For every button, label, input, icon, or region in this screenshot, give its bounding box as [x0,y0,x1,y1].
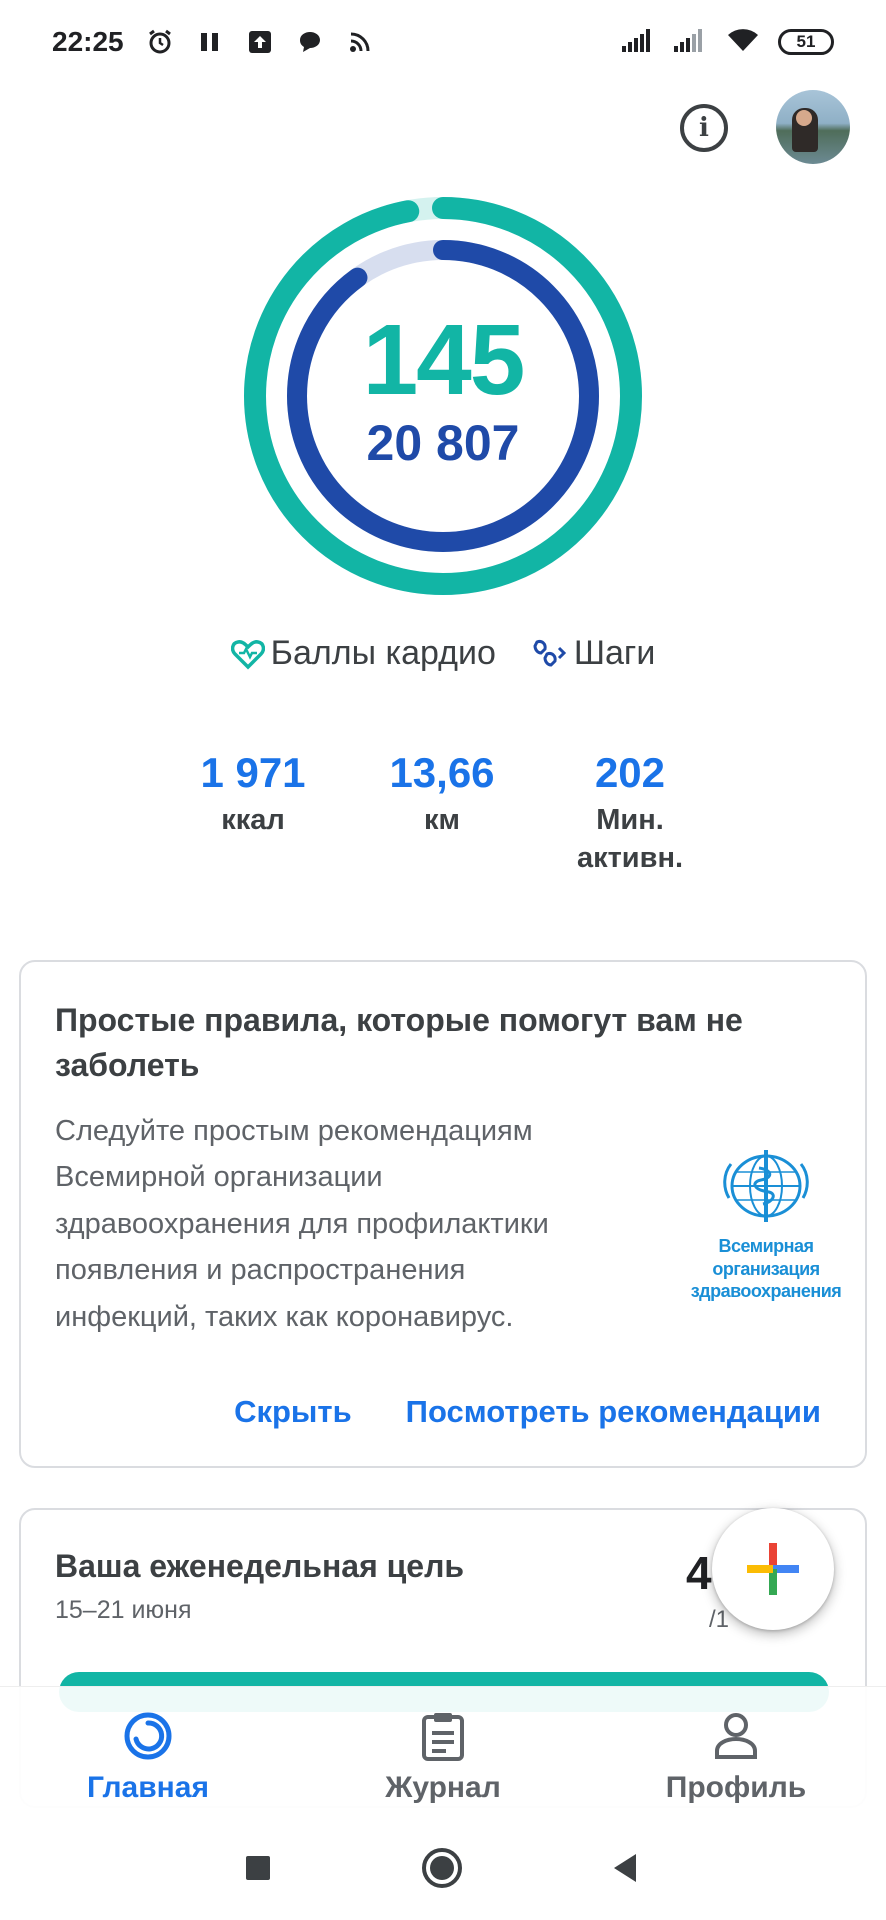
legend-cardio: Баллы кардио [230,634,496,673]
steps-value: 20 807 [366,415,520,471]
chat-icon [296,28,324,56]
stat-calories-value: 1 971 [200,749,306,796]
add-activity-button[interactable] [712,1508,834,1630]
signal-icon [674,28,708,57]
battery-icon: 51 [778,29,834,55]
weekly-goal-sub: /1 [709,1606,730,1633]
system-navigation-bar [0,1814,886,1920]
info-icon: i [699,113,709,143]
nav-home[interactable]: Главная [38,1687,258,1815]
stat-distance[interactable]: 13,66 км [342,749,542,840]
stat-active-minutes-label-line2: активн. [576,841,684,874]
who-emblem-icon [723,1150,809,1222]
profile-avatar[interactable] [776,90,850,164]
nav-home-label: Главная [86,1771,209,1804]
upload-icon [246,28,274,56]
avatar-face [796,110,812,126]
who-logo: Всемирная организация здравоохранения [681,1148,851,1303]
person-icon [715,1713,757,1759]
pause-icon [196,28,224,56]
clipboard-icon [422,1713,464,1761]
status-time: 22:25 [52,26,124,57]
info-button[interactable]: i [680,104,728,152]
who-card-title: Простые правила, которые помогут вам не … [55,1002,743,1083]
ring-center: 145 20 807 [243,196,643,596]
ring-legend: Баллы кардио Шаги [0,634,886,673]
legend-steps: Шаги [532,634,655,673]
alarm-icon [146,28,174,56]
nav-journal-label: Журнал [385,1771,501,1804]
view-recommendations-button[interactable]: Посмотреть рекомендации [406,1394,821,1430]
status-bar: 22:25 51 [0,0,886,84]
stat-active-minutes-label: Мин. активн. [530,802,730,877]
back-triangle-icon [614,1854,636,1882]
weekly-goal-dates: 15–21 июня [55,1596,192,1624]
battery-level: 51 [796,32,816,51]
wifi-icon [726,27,760,58]
who-card-body: Следуйте простым рекомендациям Всемирной… [55,1115,549,1333]
who-card-actions: Скрыть Посмотреть рекомендации [234,1394,821,1430]
stat-calories[interactable]: 1 971 ккал [153,749,353,840]
status-icons-left [146,28,374,56]
weekly-goal-value: 4 [686,1547,712,1599]
nav-journal[interactable]: Журнал [333,1687,553,1815]
legend-steps-label: Шаги [573,634,656,672]
stat-calories-label: ккал [221,804,285,837]
status-icons-right: 51 [622,27,834,58]
stat-active-minutes[interactable]: 202 Мин. активн. [530,749,730,878]
home-button[interactable] [420,1846,464,1890]
bottom-navigation: Главная Журнал Профиль [0,1686,886,1814]
signal-icon [622,28,656,57]
stat-active-minutes-value: 202 [594,749,666,796]
nav-profile[interactable]: Профиль [626,1687,846,1815]
heart-icon [230,638,265,670]
who-logo-line2: организация [712,1258,820,1279]
who-logo-text: Всемирная организация здравоохранения [681,1235,851,1303]
who-logo-line3: здравоохранения [690,1281,842,1301]
footsteps-icon [532,638,568,670]
cast-icon [346,28,374,56]
home-ring-icon [124,1712,172,1760]
nav-profile-label: Профиль [665,1771,807,1804]
plus-icon [747,1543,799,1595]
stat-distance-label: км [424,804,460,837]
activity-ring[interactable]: 145 20 807 [243,196,643,596]
stat-active-minutes-label-line1: Мин. [596,804,664,837]
hide-button[interactable]: Скрыть [234,1394,352,1430]
back-button[interactable] [604,1846,648,1890]
weekly-goal-title: Ваша еженедельная цель [55,1548,465,1584]
stat-distance-value: 13,66 [389,749,495,796]
who-logo-line1: Всемирная [718,1236,814,1256]
legend-cardio-label: Баллы кардио [270,634,496,672]
circle-icon [422,1848,462,1888]
cardio-points-value: 145 [362,304,526,416]
square-icon [246,1856,270,1880]
who-tips-card: Простые правила, которые помогут вам не … [19,960,867,1468]
recents-button[interactable] [236,1846,280,1890]
